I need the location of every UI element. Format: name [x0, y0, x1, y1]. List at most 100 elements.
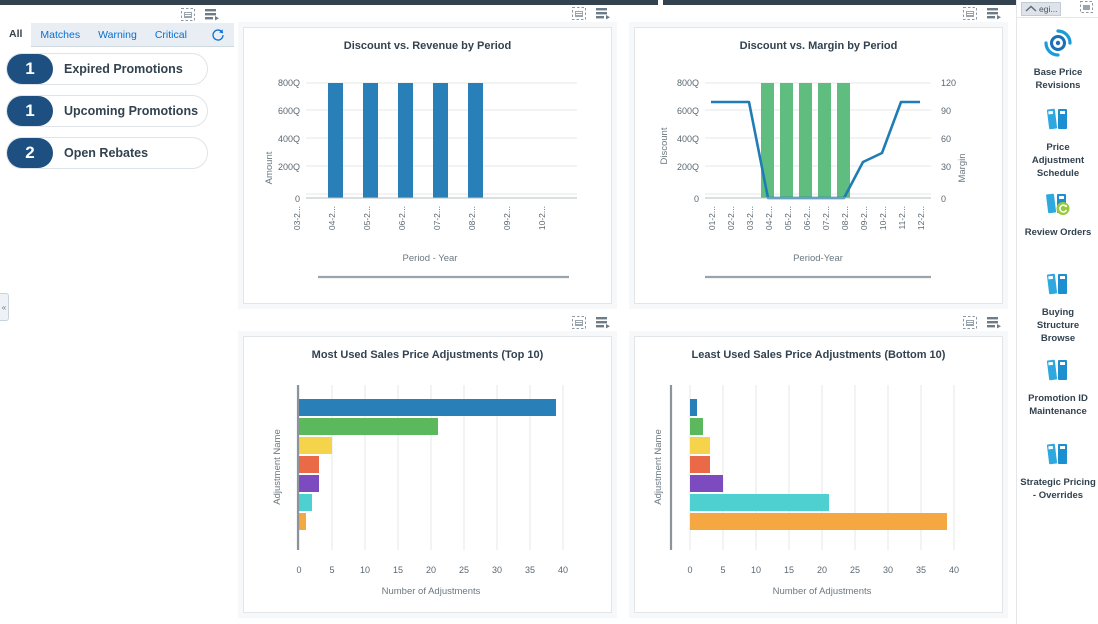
- y-axis-title: Adjustment Name: [272, 429, 283, 505]
- x-tick-label: 25: [850, 565, 860, 575]
- y-axis-title: Discount: [659, 127, 670, 164]
- y2-tick-label: 120: [941, 78, 956, 88]
- bar[interactable]: [299, 399, 556, 416]
- tab-matches[interactable]: Matches: [31, 23, 89, 46]
- margin-line-series[interactable]: [711, 100, 920, 200]
- alert-label: Upcoming Promotions: [64, 104, 199, 118]
- books-icon: [1043, 270, 1073, 303]
- bar[interactable]: [818, 83, 831, 198]
- x-tick-label: 35: [916, 565, 926, 575]
- bar[interactable]: [433, 83, 448, 198]
- bar[interactable]: [299, 437, 332, 454]
- bar[interactable]: [299, 456, 319, 473]
- collapsed-tile-chip[interactable]: egi...: [1021, 1, 1062, 16]
- bar[interactable]: [761, 83, 774, 198]
- chart-toolbar: [625, 314, 1016, 331]
- bar[interactable]: [799, 83, 812, 198]
- alert-label: Open Rebates: [64, 146, 149, 160]
- legend-icon[interactable]: [596, 316, 611, 330]
- launchpad-item-strategic-pricing-overrides[interactable]: Strategic Pricing - Overrides: [1017, 440, 1098, 502]
- refresh-icon[interactable]: [211, 23, 225, 46]
- x-tick-label: 11-2...: [897, 206, 907, 229]
- tab-critical[interactable]: Critical: [146, 23, 196, 46]
- launchpad-item-price-adjustment-schedule[interactable]: Price Adjustment Schedule: [1017, 105, 1098, 180]
- launchpad-item-review-orders[interactable]: Review Orders: [1017, 190, 1098, 239]
- x-tick-label: 04-2...: [327, 206, 337, 230]
- legend-icon[interactable]: [987, 7, 1002, 21]
- chart-canvas-most-used: Adjustment Name 0 5 10 15 20 25 30 35 40: [272, 385, 568, 597]
- x-tick-label: 30: [492, 565, 502, 575]
- bar[interactable]: [690, 494, 829, 511]
- alert-count-badge: 2: [7, 138, 53, 168]
- bar[interactable]: [837, 83, 850, 198]
- legend-icon[interactable]: [987, 316, 1002, 330]
- chart-card-body: Discount vs. Revenue by Period 800Q 600Q: [238, 22, 617, 309]
- panel-collapse-handle[interactable]: «: [0, 293, 9, 321]
- bar[interactable]: [690, 456, 710, 473]
- books-icon: [1043, 105, 1073, 138]
- expand-icon[interactable]: [180, 7, 195, 21]
- launchpad-item-base-price-revisions[interactable]: Base Price Revisions: [1017, 28, 1098, 92]
- y-axis-left-ticks: 800Q 600Q 400Q 200Q 0: [677, 78, 699, 204]
- x-tick-label: 10-2...: [537, 206, 547, 230]
- chart-card: Discount vs. Revenue by Period 800Q 600Q: [243, 27, 612, 304]
- books-icon: [1043, 356, 1073, 389]
- bar[interactable]: [690, 418, 703, 435]
- x-tick-label: 03-2...: [292, 206, 302, 230]
- bar[interactable]: [690, 513, 947, 530]
- expand-icon[interactable]: [1080, 0, 1093, 18]
- chart-card: Most Used Sales Price Adjustments (Top 1…: [243, 336, 612, 613]
- bar[interactable]: [690, 437, 710, 454]
- x-tick-label: 0: [296, 565, 301, 575]
- alert-item-expired-promotions[interactable]: 1 Expired Promotions: [6, 53, 208, 85]
- bar[interactable]: [328, 83, 343, 198]
- tab-warning[interactable]: Warning: [89, 23, 146, 46]
- bar[interactable]: [363, 83, 378, 198]
- launchpad-top-bar: egi...: [1017, 0, 1098, 18]
- legend-icon[interactable]: [205, 7, 220, 21]
- bar[interactable]: [780, 83, 793, 198]
- x-tick-label: 25: [459, 565, 469, 575]
- expand-icon[interactable]: [962, 316, 977, 330]
- bar[interactable]: [690, 399, 697, 416]
- y2-tick-label: 90: [941, 106, 951, 116]
- x-tick-label: 5: [329, 565, 334, 575]
- launchpad-item-promotion-id-maintenance[interactable]: Promotion ID Maintenance: [1017, 356, 1098, 418]
- x-tick-label: 20: [426, 565, 436, 575]
- collapse-icon: [1025, 5, 1037, 12]
- y-tick-label: 0: [694, 194, 699, 204]
- bar[interactable]: [690, 475, 723, 492]
- x-tick-label: 01-2...: [707, 206, 717, 230]
- launchpad-items: Base Price Revisions Price Adjustment Sc…: [1017, 19, 1098, 502]
- bar[interactable]: [299, 475, 319, 492]
- bar[interactable]: [468, 83, 483, 198]
- alert-item-upcoming-promotions[interactable]: 1 Upcoming Promotions: [6, 95, 208, 127]
- y2-tick-label: 0: [941, 194, 946, 204]
- x-tick-label: 15: [784, 565, 794, 575]
- expand-icon[interactable]: [571, 7, 586, 21]
- alert-count-badge: 1: [7, 54, 53, 84]
- bar[interactable]: [398, 83, 413, 198]
- x-axis-title: Period - Year: [403, 253, 458, 264]
- tab-all[interactable]: All: [0, 23, 32, 47]
- expand-icon[interactable]: [571, 316, 586, 330]
- x-tick-label: 10-2...: [878, 206, 888, 230]
- launchpad-item-label: Price Adjustment Schedule: [1031, 142, 1085, 179]
- expand-icon[interactable]: [962, 7, 977, 21]
- alert-item-open-rebates[interactable]: 2 Open Rebates: [6, 137, 208, 169]
- legend-icon[interactable]: [596, 7, 611, 21]
- bar[interactable]: [299, 513, 306, 530]
- x-tick-label: 15: [393, 565, 403, 575]
- bar[interactable]: [299, 418, 438, 435]
- launchpad-item-label: Buying Structure Browse: [1036, 307, 1080, 344]
- launchpad-item-buying-structure-browse[interactable]: Buying Structure Browse: [1017, 270, 1098, 345]
- y-axis-title: Adjustment Name: [653, 429, 664, 505]
- x-axis-title: Number of Adjustments: [382, 586, 481, 597]
- bar[interactable]: [299, 494, 312, 511]
- alert-label: Expired Promotions: [64, 62, 183, 76]
- chart-cell-discount-vs-revenue: Discount vs. Revenue by Period 800Q 600Q: [234, 5, 625, 314]
- chart-toolbar: [234, 5, 625, 22]
- chart-card-body: Most Used Sales Price Adjustments (Top 1…: [238, 331, 617, 618]
- chart-card-body: Discount vs. Margin by Period 800Q 600Q: [629, 22, 1008, 309]
- launchpad-item-label: Strategic Pricing - Overrides: [1020, 477, 1096, 501]
